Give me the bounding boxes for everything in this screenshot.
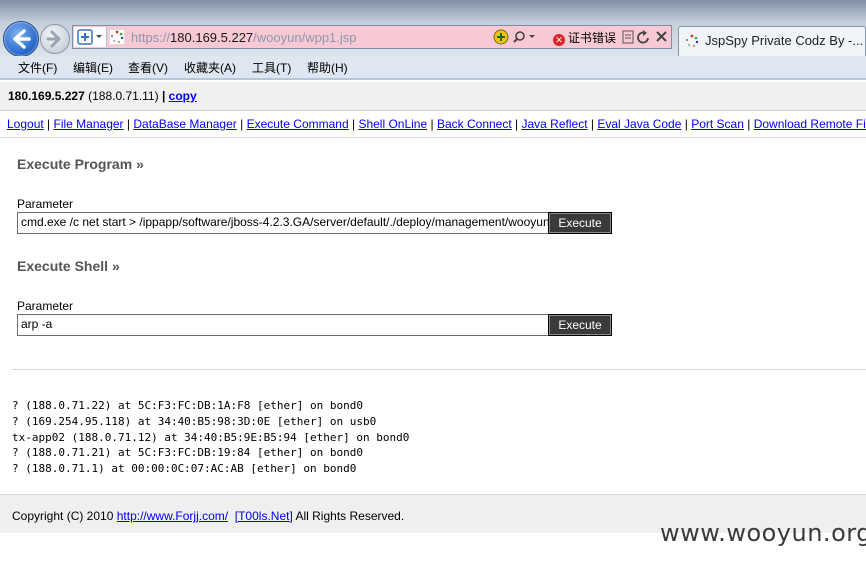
search-icon <box>513 31 535 43</box>
execute-program-title-text: Execute Program <box>17 156 133 172</box>
copyright-prefix: Copyright (C) 2010 <box>12 509 114 523</box>
address-tools: ✕ 证书错误 <box>493 28 669 46</box>
menu-favorites[interactable]: 收藏夹(A) <box>184 59 236 76</box>
command-output: ? (188.0.71.22) at 5C:F3:FC:DB:1A:F8 [et… <box>12 398 409 477</box>
nav-separator: | <box>684 117 688 131</box>
program-parameter-input[interactable]: cmd.exe /c net start > /ippapp/software/… <box>17 212 549 234</box>
compatibility-icon <box>622 30 634 44</box>
host-ip: 180.169.5.227 <box>8 89 85 103</box>
watermark: www.wooyun.org <box>660 519 866 547</box>
execute-program-title: Execute Program » <box>17 156 144 172</box>
nav-database-manager[interactable]: DataBase Manager <box>133 117 236 131</box>
menu-file[interactable]: 文件(F) <box>18 59 57 76</box>
url-host: 180.169.5.227 <box>170 30 254 45</box>
forward-arrow-icon <box>46 30 61 48</box>
menu-tools[interactable]: 工具(T) <box>252 59 291 76</box>
tab-favicon-icon <box>686 34 699 48</box>
certificate-error[interactable]: ✕ 证书错误 <box>553 29 616 46</box>
nav-separator: | <box>240 117 244 131</box>
program-parameter-label: Parameter <box>17 197 74 211</box>
back-button[interactable] <box>3 21 39 57</box>
t00ls-link[interactable]: [T00ls.Net] <box>235 509 293 523</box>
tab-title: JspSpy Private Codz By -... <box>705 33 864 48</box>
nav-file-manager[interactable]: File Manager <box>54 117 124 131</box>
browser-tab[interactable]: JspSpy Private Codz By -... <box>678 26 866 56</box>
section-divider <box>12 369 866 370</box>
nav-separator: | <box>430 117 434 131</box>
execute-shell-title-text: Execute Shell <box>17 258 109 274</box>
execute-program-button[interactable]: Execute <box>548 212 612 234</box>
host-bar: 180.169.5.227 (188.0.71.11) | copy <box>0 82 866 111</box>
nav-logout[interactable]: Logout <box>7 117 44 131</box>
chrome-divider <box>0 78 866 80</box>
cert-error-label: 证书错误 <box>568 31 617 45</box>
address-url[interactable]: https://180.169.5.227/wooyun/wpp1.jsp <box>131 30 357 45</box>
copy-link[interactable]: copy <box>169 89 197 103</box>
menu-bar: 文件(F) 编辑(E) 查看(V) 收藏夹(A) 工具(T) 帮助(H) <box>0 56 866 79</box>
output-line: ? (188.0.71.21) at 5C:F3:FC:DB:19:84 [et… <box>12 446 363 460</box>
cert-error-icon: ✕ <box>553 34 565 46</box>
execute-shell-button[interactable]: Execute <box>548 314 612 336</box>
output-line: ? (169.254.95.118) at 34:40:B5:98:3D:0E … <box>12 414 377 428</box>
browser-titlebar: https://180.169.5.227/wooyun/wpp1.jsp ✕ 证… <box>0 0 866 57</box>
host-info: 180.169.5.227 (188.0.71.11) | copy <box>8 89 197 103</box>
forward-button[interactable] <box>40 24 70 54</box>
nav-separator: | <box>590 117 594 131</box>
output-line: tx-app02 (188.0.71.12) at 34:40:B5:9E:B5… <box>12 430 410 444</box>
menu-edit[interactable]: 编辑(E) <box>73 59 113 76</box>
execute-shell-title: Execute Shell » <box>17 258 120 274</box>
output-line: ? (188.0.71.1) at 00:00:0C:07:AC:AB [eth… <box>12 462 357 476</box>
internal-ip: (188.0.71.11) <box>88 89 159 103</box>
tool-nav: Logout | File Manager | DataBase Manager… <box>0 111 866 138</box>
add-on-icon <box>493 29 509 45</box>
nav-back-connect[interactable]: Back Connect <box>437 117 512 131</box>
stop-icon <box>656 31 667 42</box>
menu-help[interactable]: 帮助(H) <box>307 59 348 76</box>
nav-separator: | <box>47 117 51 131</box>
address-bar[interactable]: https://180.169.5.227/wooyun/wpp1.jsp ✕ 证… <box>72 25 672 49</box>
nav-port-scan[interactable]: Port Scan <box>691 117 744 131</box>
url-path: /wooyun/wpp1.jsp <box>253 30 357 45</box>
refresh-icon <box>637 30 649 44</box>
nav-separator: | <box>747 117 751 131</box>
raquo-icon: » <box>136 156 144 172</box>
forjj-link[interactable]: http://www.Forjj.com/ <box>117 509 228 523</box>
copyright: Copyright (C) 2010 http://www.Forjj.com/… <box>12 509 404 523</box>
back-arrow-icon <box>13 29 31 49</box>
host-separator: | <box>161 89 166 103</box>
output-line: ? (188.0.71.22) at 5C:F3:FC:DB:1A:F8 [et… <box>12 399 363 412</box>
site-favicon-icon <box>109 29 125 45</box>
nav-separator: | <box>126 117 131 131</box>
nav-shell-online[interactable]: Shell OnLine <box>358 117 427 131</box>
nav-eval-java-code[interactable]: Eval Java Code <box>597 117 681 131</box>
menu-view[interactable]: 查看(V) <box>128 59 168 76</box>
url-scheme: https:// <box>131 30 171 45</box>
nav-java-reflect[interactable]: Java Reflect <box>522 117 588 131</box>
compat-view-icon[interactable] <box>74 27 107 47</box>
copyright-suffix: All Rights Reserved. <box>295 509 405 523</box>
nav-download-remote-file[interactable]: Download Remote File <box>754 117 866 131</box>
raquo-icon: » <box>111 258 120 274</box>
shell-parameter-input[interactable]: arp -a <box>17 314 549 336</box>
nav-separator: | <box>351 117 356 131</box>
nav-execute-command[interactable]: Execute Command <box>247 117 349 131</box>
shell-parameter-label: Parameter <box>17 299 74 313</box>
nav-separator: | <box>515 117 519 131</box>
